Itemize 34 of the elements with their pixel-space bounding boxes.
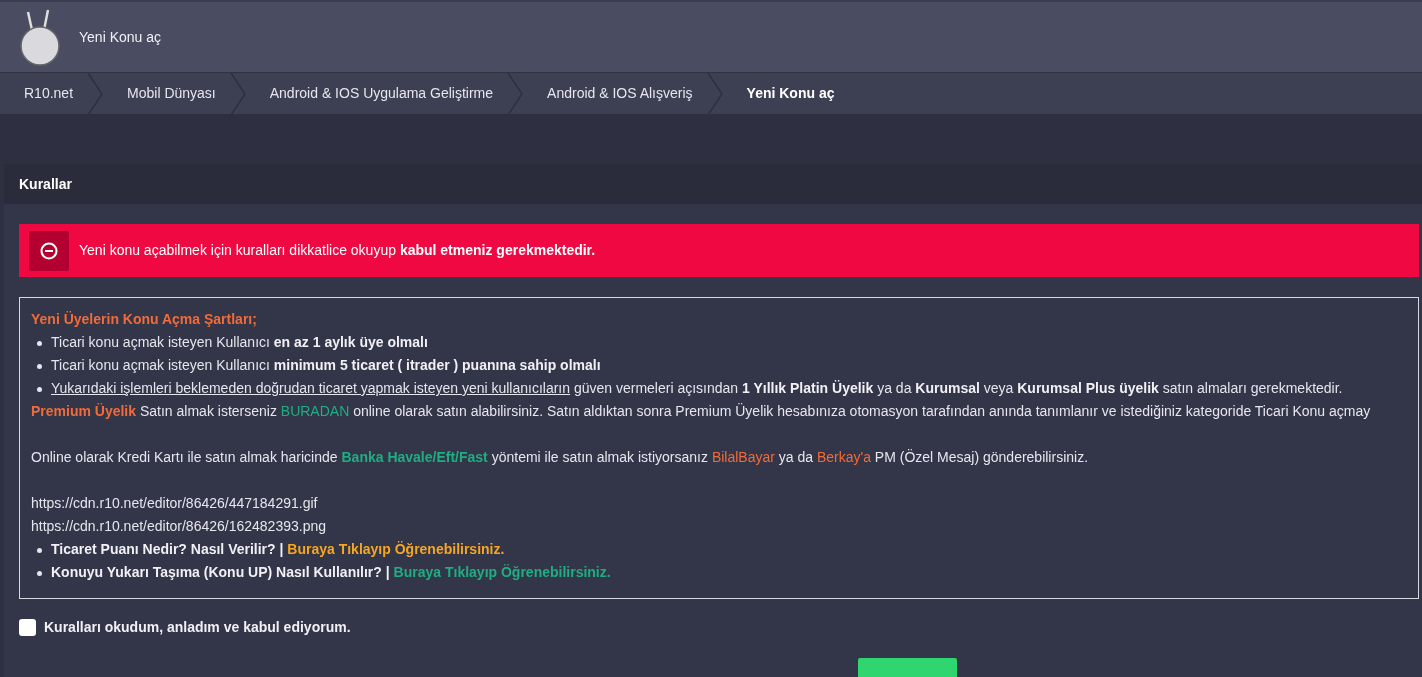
breadcrumb-item[interactable]: Android & IOS Alışveriş (523, 73, 707, 114)
rules-heading: Yeni Üyelerin Konu Açma Şartları; (31, 310, 258, 329)
link[interactable]: Buraya Tıklayıp Öğrenebilirsiniz. (393, 564, 611, 580)
url-text: https://cdn.r10.net/editor/86426/162482393.png (31, 517, 327, 536)
rule-text: Ticari konu açmak isteyen Kullanıcı en az 1 aylık üye olmalı (51, 333, 428, 352)
rule-text: Ticaret Puanı Nedir? Nasıl Verilir? | Buraya Tıklayıp Öğrenebilirsiniz. (51, 540, 505, 559)
bullet-icon (37, 341, 42, 346)
link[interactable]: Banka Havale/Eft/Fast (341, 449, 488, 465)
link[interactable]: BURADAN (280, 403, 350, 419)
breadcrumb-item[interactable]: R10.net (0, 73, 88, 114)
bullet-icon (37, 387, 42, 392)
panel-title: Kurallar (19, 174, 72, 194)
accept-label: Kuralları okudum, anladım ve kabul ediyorum. (44, 618, 351, 637)
bullet-icon (37, 571, 42, 576)
bullet-icon (37, 548, 42, 553)
rule-text: Ticari konu açmak isteyen Kullanıcı minimum 5 ticaret ( itrader ) puanına sahip olmalı (51, 356, 601, 375)
rule-paragraph: Premium Üyelik Satın almak isterseniz BURADAN online olarak satın alabilirsiniz. Satın aldıktan sonra Premium Üyelik hesabınıza otomasyon tarafından anında tanımlanır ve istediğiniz kategoride Ticari Konu açmay (31, 402, 1372, 421)
breadcrumb-item[interactable]: Android & IOS Uygulama Geliştirme (245, 73, 508, 114)
logo-icon (18, 8, 62, 66)
breadcrumb-item[interactable]: Mobil Dünyası (103, 73, 230, 114)
link[interactable]: Berkay'a (816, 449, 871, 465)
bullet-icon (37, 364, 42, 369)
url-text: https://cdn.r10.net/editor/86426/447184291.gif (31, 494, 319, 513)
alert-text: Yeni konu açabilmek için kuralları dikkatlice okuyup kabul etmeniz gerekmektedir. (79, 241, 596, 260)
link[interactable]: Premium Üyelik (31, 403, 137, 419)
link[interactable]: BilalBayar (711, 449, 775, 465)
rule-text: Yukarıdaki işlemleri beklemeden doğrudan ticaret yapmak isteyen yeni kullanıcıların güven vermeleri açısından 1 Yıllık Platin Üyelik ya da Kurumsal veya Kurumsal Plus üyelik satın almaları gerekmektedir. (51, 379, 1343, 398)
page-title: Yeni Konu aç (79, 27, 161, 47)
link[interactable]: Buraya Tıklayıp Öğrenebilirsiniz. (287, 541, 505, 557)
accept-checkbox[interactable] (19, 619, 36, 636)
minus-circle-icon (40, 241, 58, 260)
breadcrumb-item[interactable]: Yeni Konu aç (722, 73, 849, 114)
rule-text: Konuyu Yukarı Taşıma (Konu UP) Nasıl Kullanılır? | Buraya Tıklayıp Öğrenebilirsiniz. (51, 563, 611, 582)
rule-paragraph: Online olarak Kredi Kartı ile satın almak haricinde Banka Havale/Eft/Fast yöntemi ile satın almak istiyorsanız BilalBayar ya da Berkay'a PM (Özel Mesaj) gönderebilirsiniz. (31, 448, 1090, 467)
